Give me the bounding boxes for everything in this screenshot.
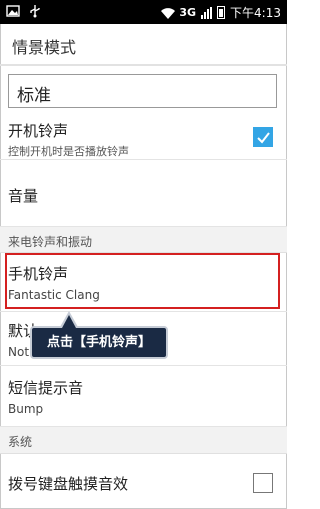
page-title: 情景模式: [12, 38, 77, 57]
callout-tooltip: 点击【手机铃声】: [30, 326, 168, 359]
network-type: 3G: [179, 6, 197, 19]
dial-pad-tones-checkbox[interactable]: [253, 473, 273, 493]
section-ringtone-label: 来电铃声和振动: [8, 235, 93, 249]
section-system-label: 系统: [8, 435, 33, 449]
wifi-icon: [160, 6, 176, 20]
dial-pad-tones-row[interactable]: 拨号键盘触摸音效: [0, 455, 287, 509]
image-icon: [6, 3, 20, 17]
boot-ringtone-checkbox[interactable]: [253, 127, 273, 147]
volume-row[interactable]: 音量: [0, 161, 287, 227]
section-header-system: 系统: [0, 427, 287, 454]
boot-ringtone-summary: 控制开机时是否播放铃声: [8, 145, 129, 158]
volume-label: 音量: [8, 187, 39, 205]
boot-ringtone-label: 开机铃声: [8, 122, 69, 140]
status-time: 下午4:13: [230, 6, 281, 20]
highlight-box: [5, 253, 280, 309]
sms-tone-value: Bump: [8, 402, 44, 416]
usb-icon: [28, 3, 42, 18]
profile-name-input[interactable]: 标准: [8, 74, 277, 108]
title-bar: 情景模式: [0, 24, 287, 66]
sms-tone-row[interactable]: 短信提示音 Bump: [0, 367, 287, 427]
sms-tone-label: 短信提示音: [8, 379, 84, 397]
status-bar: 3G 下午4:13: [0, 0, 287, 24]
battery-icon: [217, 6, 226, 19]
callout-pointer-inner: [62, 315, 76, 328]
section-header-ringtone: 来电铃声和振动: [0, 227, 287, 253]
dial-pad-tones-label: 拨号键盘触摸音效: [8, 475, 129, 493]
signal-icon: [201, 6, 213, 19]
boot-ringtone-row[interactable]: 开机铃声 控制开机时是否播放铃声: [0, 114, 287, 160]
default-notification-value: Not: [8, 345, 30, 359]
